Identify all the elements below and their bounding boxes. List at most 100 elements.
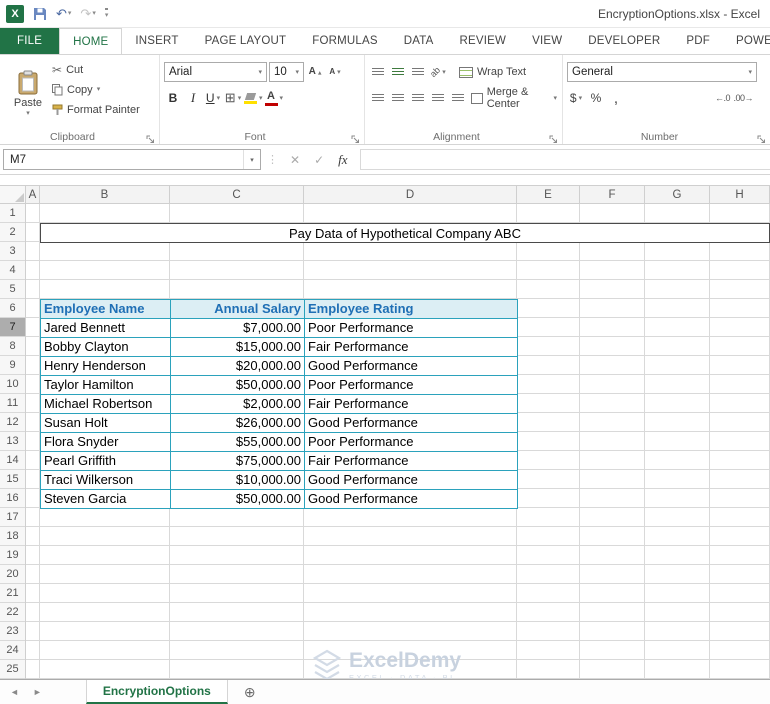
- row-header-8[interactable]: 8: [0, 337, 25, 356]
- employee-name-cell[interactable]: Susan Holt: [41, 414, 171, 433]
- column-header-b[interactable]: B: [40, 186, 170, 203]
- row-header-25[interactable]: 25: [0, 660, 25, 679]
- employee-name-cell[interactable]: Taylor Hamilton: [41, 376, 171, 395]
- merge-center-button[interactable]: Merge & Center ▾: [469, 86, 559, 110]
- salary-cell[interactable]: $50,000.00: [171, 376, 305, 395]
- comma-style-button[interactable]: ,: [607, 88, 625, 108]
- salary-cell[interactable]: $20,000.00: [171, 357, 305, 376]
- font-dialog-launcher[interactable]: [351, 132, 361, 143]
- employee-name-cell[interactable]: Traci Wilkerson: [41, 471, 171, 490]
- row-header-9[interactable]: 9: [0, 356, 25, 375]
- sheet-nav-left-icon[interactable]: ◄: [10, 687, 19, 697]
- select-all-button[interactable]: [0, 186, 26, 203]
- formula-input[interactable]: [359, 149, 770, 170]
- rating-cell[interactable]: Good Performance: [305, 471, 518, 490]
- merge-center-dropdown-icon[interactable]: ▾: [553, 95, 557, 102]
- copy-button[interactable]: Copy ▾: [52, 81, 140, 98]
- row-header-18[interactable]: 18: [0, 527, 25, 546]
- ribbon-tab-developer[interactable]: DEVELOPER: [575, 28, 673, 54]
- row-header-6[interactable]: 6: [0, 299, 25, 318]
- decrease-decimal-button[interactable]: .00→: [733, 88, 753, 108]
- row-header-14[interactable]: 14: [0, 451, 25, 470]
- rating-cell[interactable]: Fair Performance: [305, 338, 518, 357]
- row-header-11[interactable]: 11: [0, 394, 25, 413]
- orientation-button[interactable]: ab ▾: [428, 62, 447, 82]
- paste-button[interactable]: Paste ▾: [4, 59, 52, 127]
- ribbon-tab-home[interactable]: HOME: [59, 28, 123, 54]
- ribbon-tab-insert[interactable]: INSERT: [122, 28, 191, 54]
- row-header-24[interactable]: 24: [0, 641, 25, 660]
- increase-indent-button[interactable]: [449, 88, 467, 108]
- number-format-dropdown-icon[interactable]: ▾: [748, 69, 752, 76]
- grid-body[interactable]: Pay Data of Hypothetical Company ABC Emp…: [26, 204, 770, 679]
- employee-name-cell[interactable]: Flora Snyder: [41, 433, 171, 452]
- rating-cell[interactable]: Poor Performance: [305, 319, 518, 338]
- format-painter-button[interactable]: Format Painter: [52, 101, 140, 118]
- column-header-d[interactable]: D: [304, 186, 517, 203]
- rating-cell[interactable]: Poor Performance: [305, 433, 518, 452]
- increase-decimal-button[interactable]: ←.0: [713, 88, 731, 108]
- align-top-button[interactable]: [369, 62, 387, 82]
- worksheet-title-cell[interactable]: Pay Data of Hypothetical Company ABC: [40, 223, 770, 243]
- salary-cell[interactable]: $15,000.00: [171, 338, 305, 357]
- rating-cell[interactable]: Poor Performance: [305, 376, 518, 395]
- row-header-16[interactable]: 16: [0, 489, 25, 508]
- ribbon-tab-power[interactable]: POWER: [723, 28, 770, 54]
- row-header-10[interactable]: 10: [0, 375, 25, 394]
- column-header-g[interactable]: G: [645, 186, 710, 203]
- table-header-cell[interactable]: Employee Name: [41, 300, 171, 319]
- row-header-1[interactable]: 1: [0, 204, 25, 223]
- orientation-dropdown-icon[interactable]: ▾: [442, 69, 446, 76]
- wrap-text-button[interactable]: Wrap Text: [457, 62, 528, 82]
- decrease-font-size-button[interactable]: A ▾: [326, 62, 344, 82]
- font-size-combobox[interactable]: 10 ▾: [269, 62, 304, 82]
- save-button[interactable]: [33, 7, 47, 21]
- row-header-15[interactable]: 15: [0, 470, 25, 489]
- underline-dropdown-icon[interactable]: ▾: [217, 95, 221, 102]
- align-middle-button[interactable]: [389, 62, 407, 82]
- table-header-cell[interactable]: Employee Rating: [305, 300, 518, 319]
- ribbon-tab-page-layout[interactable]: PAGE LAYOUT: [192, 28, 300, 54]
- row-header-7[interactable]: 7: [0, 318, 25, 337]
- number-format-combobox[interactable]: General ▾: [567, 62, 757, 82]
- name-box[interactable]: M7 ▾: [3, 149, 261, 170]
- row-header-23[interactable]: 23: [0, 622, 25, 641]
- enter-button[interactable]: ✓: [314, 153, 324, 167]
- sheet-nav-right-icon[interactable]: ►: [33, 687, 42, 697]
- decrease-indent-button[interactable]: [429, 88, 447, 108]
- column-header-e[interactable]: E: [517, 186, 580, 203]
- ribbon-tab-formulas[interactable]: FORMULAS: [299, 28, 391, 54]
- row-header-4[interactable]: 4: [0, 261, 25, 280]
- employee-name-cell[interactable]: Henry Henderson: [41, 357, 171, 376]
- salary-cell[interactable]: $50,000.00: [171, 490, 305, 509]
- undo-button[interactable]: ↶ ▾: [56, 7, 71, 20]
- insert-function-button[interactable]: fx: [338, 152, 347, 168]
- salary-cell[interactable]: $26,000.00: [171, 414, 305, 433]
- accounting-dropdown-icon[interactable]: ▾: [579, 95, 583, 102]
- formula-bar-drag-handle[interactable]: ⋮: [267, 153, 278, 166]
- align-center-button[interactable]: [389, 88, 407, 108]
- undo-dropdown-icon[interactable]: ▾: [68, 10, 72, 17]
- column-header-a[interactable]: A: [26, 186, 40, 203]
- employee-name-cell[interactable]: Pearl Griffith: [41, 452, 171, 471]
- row-header-12[interactable]: 12: [0, 413, 25, 432]
- ribbon-tab-file[interactable]: FILE: [0, 28, 60, 54]
- clipboard-dialog-launcher[interactable]: [146, 132, 156, 143]
- borders-button[interactable]: ⊞ ▾: [224, 88, 242, 108]
- borders-dropdown-icon[interactable]: ▾: [238, 95, 242, 102]
- row-header-2[interactable]: 2: [0, 223, 25, 242]
- redo-button[interactable]: ↷ ▾: [80, 7, 95, 20]
- font-name-dropdown-icon[interactable]: ▾: [258, 69, 262, 76]
- column-header-h[interactable]: H: [710, 186, 770, 203]
- bold-button[interactable]: B: [164, 88, 182, 108]
- ribbon-tab-review[interactable]: REVIEW: [447, 28, 520, 54]
- align-bottom-button[interactable]: [409, 62, 427, 82]
- row-header-3[interactable]: 3: [0, 242, 25, 261]
- align-right-button[interactable]: [409, 88, 427, 108]
- ribbon-tab-view[interactable]: VIEW: [519, 28, 575, 54]
- row-header-22[interactable]: 22: [0, 603, 25, 622]
- salary-cell[interactable]: $55,000.00: [171, 433, 305, 452]
- increase-font-size-button[interactable]: A ▾: [306, 62, 324, 82]
- column-header-c[interactable]: C: [170, 186, 304, 203]
- copy-dropdown-icon[interactable]: ▾: [97, 86, 101, 93]
